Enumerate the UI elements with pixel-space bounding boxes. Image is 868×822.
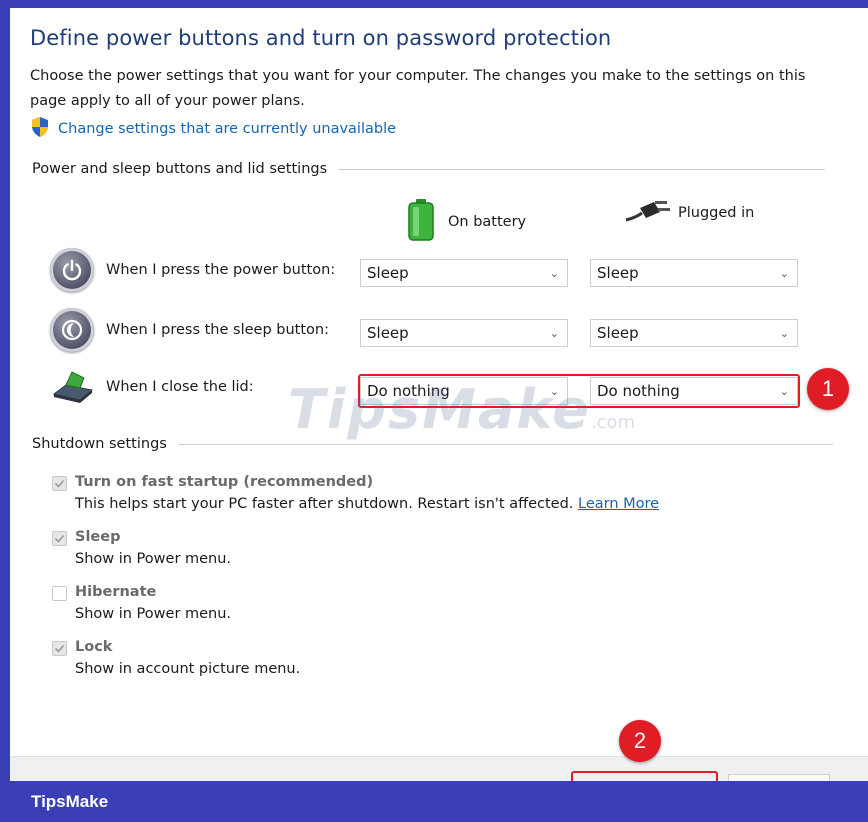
power-section-heading: Power and sleep buttons and lid settings xyxy=(32,161,826,177)
sleep-button-battery-select[interactable]: Sleep ⌄ xyxy=(360,319,568,347)
watermark-suffix: .com xyxy=(590,412,636,433)
sleep-option-title: Sleep xyxy=(75,529,121,545)
hibernate-checkbox[interactable] xyxy=(52,586,67,601)
power-button-icon xyxy=(50,248,94,292)
hibernate-option-desc: Show in Power menu. xyxy=(75,606,232,622)
uac-shield-icon xyxy=(30,116,50,143)
power-button-label: When I press the power button: xyxy=(106,262,336,278)
power-options-window: Define power buttons and turn on passwor… xyxy=(10,8,868,795)
hibernate-option-title: Hibernate xyxy=(75,584,157,600)
battery-icon xyxy=(406,198,436,246)
change-settings-label: Change settings that are currently unava… xyxy=(58,121,397,137)
sleep-option: Sleep Show in Power menu. xyxy=(52,529,231,567)
power-button-battery-select[interactable]: Sleep ⌄ xyxy=(360,259,568,287)
column-on-battery: On battery xyxy=(406,198,526,246)
fast-startup-desc: This helps start your PC faster after sh… xyxy=(75,496,659,512)
annotation-badge-2: 2 xyxy=(619,720,661,762)
shutdown-section-heading-text: Shutdown settings xyxy=(32,436,167,452)
sleep-button-label: When I press the sleep button: xyxy=(106,322,329,338)
hibernate-option: Hibernate Show in Power menu. xyxy=(52,584,231,622)
footer-brand: TipsMake xyxy=(31,792,109,811)
fast-startup-desc-text: This helps start your PC faster after sh… xyxy=(75,496,574,512)
watermark: TipsMake.com xyxy=(288,378,635,441)
shutdown-section-heading: Shutdown settings xyxy=(32,436,833,452)
sleep-button-row: When I press the sleep button: xyxy=(50,308,329,352)
lid-label: When I close the lid: xyxy=(106,379,254,395)
power-button-plugged-select[interactable]: Sleep ⌄ xyxy=(590,259,798,287)
laptop-lid-icon xyxy=(50,368,94,406)
select-value: Sleep xyxy=(597,264,639,282)
fast-startup-checkbox[interactable] xyxy=(52,476,67,491)
sleep-button-plugged-select[interactable]: Sleep ⌄ xyxy=(590,319,798,347)
lock-option-title: Lock xyxy=(75,639,113,655)
page-description: Choose the power settings that you want … xyxy=(30,68,806,109)
annotation-badge-1: 1 xyxy=(807,368,849,410)
lock-checkbox[interactable] xyxy=(52,641,67,656)
chevron-down-icon: ⌄ xyxy=(549,326,559,340)
chevron-down-icon: ⌄ xyxy=(779,326,789,340)
power-plug-icon xyxy=(624,198,670,228)
footer-bar: TipsMake xyxy=(0,781,868,822)
chevron-down-icon: ⌄ xyxy=(549,266,559,280)
power-button-row: When I press the power button: xyxy=(50,248,335,292)
section-divider xyxy=(178,443,833,445)
sleep-checkbox[interactable] xyxy=(52,531,67,546)
chevron-down-icon: ⌄ xyxy=(779,266,789,280)
learn-more-link[interactable]: Learn More xyxy=(578,496,659,512)
on-battery-label: On battery xyxy=(448,214,527,230)
lock-option-desc: Show in account picture menu. xyxy=(75,661,301,677)
fast-startup-option: Turn on fast startup (recommended) This … xyxy=(52,474,659,512)
select-value: Sleep xyxy=(367,264,409,282)
column-plugged-in: Plugged in xyxy=(624,198,754,228)
lid-row: When I close the lid: xyxy=(50,368,254,406)
power-section-heading-text: Power and sleep buttons and lid settings xyxy=(32,161,328,177)
fast-startup-title: Turn on fast startup (recommended) xyxy=(75,474,374,490)
sleep-option-desc: Show in Power menu. xyxy=(75,551,232,567)
lock-option: Lock Show in account picture menu. xyxy=(52,639,300,677)
page-title: Define power buttons and turn on passwor… xyxy=(30,26,612,50)
sleep-button-icon xyxy=(50,308,94,352)
section-divider xyxy=(339,168,826,170)
watermark-main: TipsMake xyxy=(288,378,591,441)
plugged-in-label: Plugged in xyxy=(678,205,755,221)
select-value: Sleep xyxy=(367,324,409,342)
select-value: Sleep xyxy=(597,324,639,342)
change-settings-link[interactable]: Change settings that are currently unava… xyxy=(30,116,397,143)
